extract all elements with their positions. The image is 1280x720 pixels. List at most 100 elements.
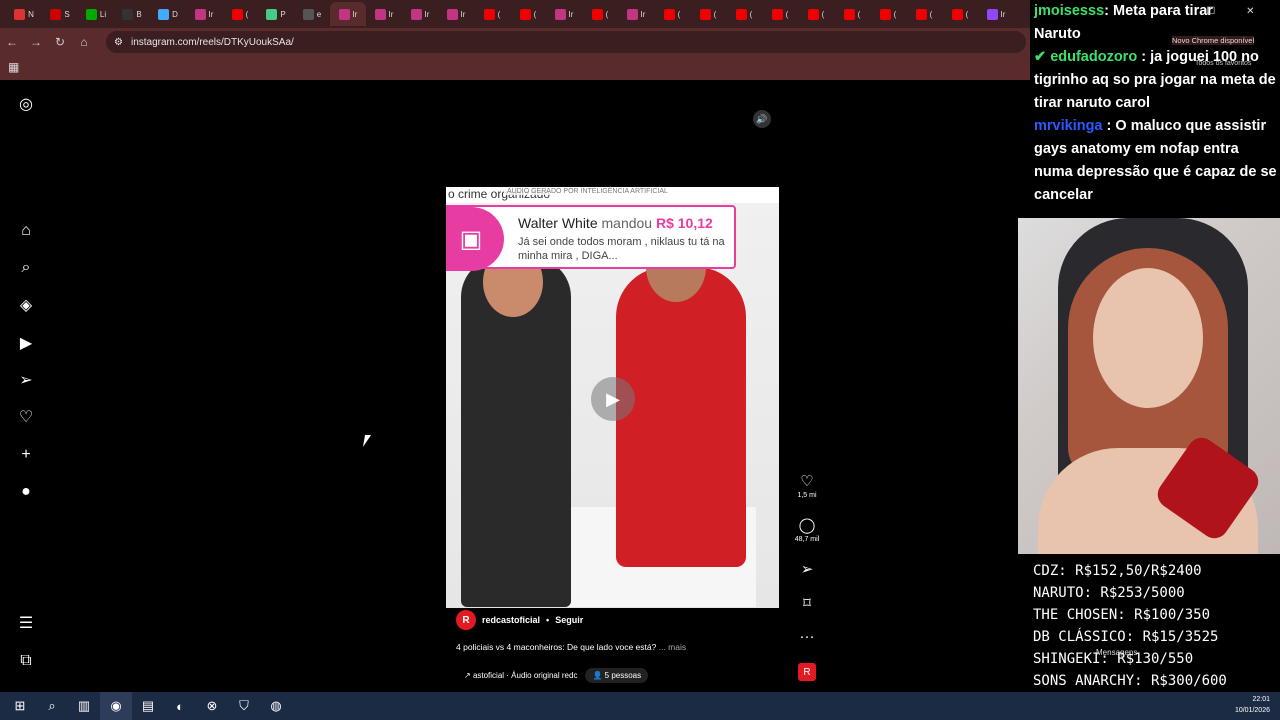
favicon-icon xyxy=(519,8,531,20)
browser-tab[interactable]: ( xyxy=(762,2,798,26)
chat-message: ✔ edufadozoro : ja joguei 100 no tigrinh… xyxy=(1034,46,1280,115)
taskbar-clock[interactable]: 22:01 10/01/2026 xyxy=(1235,694,1270,716)
explore-icon[interactable]: ◈ xyxy=(16,295,36,315)
author-avatar[interactable]: R xyxy=(456,610,476,630)
windows-start-icon[interactable]: ⊞ xyxy=(4,692,36,720)
messages-icon[interactable]: ➢ xyxy=(16,370,36,390)
browser-tab[interactable]: ( xyxy=(942,2,978,26)
address-bar[interactable]: ⚙ instagram.com/reels/DTKyUoukSAa/ xyxy=(106,31,1026,53)
obs-icon[interactable]: ◍ xyxy=(260,692,292,720)
comment-button[interactable]: ◯ 48,7 mil xyxy=(790,516,824,543)
reels-icon[interactable]: ▶ xyxy=(16,333,36,353)
xbox-icon[interactable]: ⊗ xyxy=(196,692,228,720)
browser-tab[interactable]: ( xyxy=(582,2,618,26)
donation-title: Walter White mandou R$ 10,12 xyxy=(518,215,713,231)
tab-title: ( xyxy=(857,9,861,19)
people-tag[interactable]: 👤 5 pessoas xyxy=(585,668,649,683)
favicon-icon xyxy=(194,8,206,20)
favicon-icon xyxy=(626,8,638,20)
favicon-icon xyxy=(122,8,134,20)
search-icon[interactable]: ⌕ xyxy=(36,692,68,720)
tab-title: e xyxy=(316,9,322,19)
audio-text: astoficial · Áudio original xyxy=(472,671,560,680)
tab-title: Ir xyxy=(388,9,394,19)
discord-icon[interactable]: ◐ xyxy=(164,692,196,720)
chat-text: : Meta para tirar xyxy=(1104,3,1213,19)
browser-tab[interactable]: B xyxy=(114,2,150,26)
browser-tab[interactable]: Ir xyxy=(330,2,366,26)
browser-tab[interactable]: Ir xyxy=(438,2,474,26)
audio-link[interactable]: ↗ astoficial · Áudio original redc xyxy=(464,671,577,680)
browser-tab[interactable]: ( xyxy=(798,2,834,26)
browser-tab[interactable]: Li xyxy=(78,2,114,26)
favicon-icon xyxy=(483,8,495,20)
tab-title: ( xyxy=(929,9,933,19)
browser-tab[interactable]: ( xyxy=(906,2,942,26)
author-name[interactable]: redcastoficial xyxy=(482,615,540,625)
url-text: instagram.com/reels/DTKyUoukSAa/ xyxy=(130,36,294,48)
browser-tab[interactable]: Ir xyxy=(546,2,582,26)
more-options-button[interactable]: ··· xyxy=(790,628,824,645)
follow-button[interactable]: Seguir xyxy=(555,615,583,625)
browser-tab[interactable]: Ir xyxy=(186,2,222,26)
caption-more-link[interactable]: ... mais xyxy=(659,642,686,652)
chrome-icon[interactable]: ◉ xyxy=(100,692,132,720)
browser-tab[interactable]: D xyxy=(150,2,186,26)
donation-message: Já sei onde todos moram , niklaus tu tá … xyxy=(518,236,725,262)
file-explorer-icon[interactable]: ▤ xyxy=(132,692,164,720)
browser-tab[interactable]: e xyxy=(294,2,330,26)
browser-tab[interactable]: ( xyxy=(870,2,906,26)
task-view-icon[interactable]: ▥ xyxy=(68,692,100,720)
home-icon[interactable]: ⌂ xyxy=(72,30,96,54)
browser-tab[interactable]: Ir xyxy=(402,2,438,26)
browser-tab[interactable]: ( xyxy=(654,2,690,26)
favicon-icon xyxy=(986,8,998,20)
menu-icon[interactable]: ☰ xyxy=(16,613,36,633)
caption-text: 4 policiais vs 4 maconheiros: De que lad… xyxy=(456,642,657,652)
reel-player[interactable]: 🔊 o crime organizado ÁUDIO GERADO POR IN… xyxy=(446,102,779,692)
audio-icon[interactable]: 🔊 xyxy=(753,110,771,128)
forward-icon[interactable]: → xyxy=(24,30,48,54)
favicon-icon xyxy=(374,8,386,20)
share-button[interactable]: ➢ xyxy=(790,560,824,578)
save-button[interactable]: ⌑ xyxy=(790,594,824,612)
browser-tab[interactable]: Ir xyxy=(618,2,654,26)
browser-tab[interactable]: N xyxy=(6,2,42,26)
browser-tab[interactable]: S xyxy=(42,2,78,26)
favicon-icon xyxy=(14,8,26,20)
audio-source-avatar[interactable]: R xyxy=(798,663,816,681)
tab-title: ( xyxy=(893,9,897,19)
goal-line: DB CLÁSSICO: R$15/3525 xyxy=(1033,629,1219,645)
browser-tab[interactable]: ( xyxy=(222,2,258,26)
browser-tab[interactable]: ( xyxy=(726,2,762,26)
site-info-icon[interactable]: ⚙ xyxy=(114,37,123,48)
browser-tab[interactable]: ( xyxy=(510,2,546,26)
profile-avatar[interactable]: ● xyxy=(16,482,36,502)
back-icon[interactable]: ← xyxy=(0,30,24,54)
donation-amount: R$ 10,12 xyxy=(655,215,713,231)
home-icon[interactable]: ⌂ xyxy=(16,221,36,241)
apps-grid-icon[interactable]: ▦ xyxy=(8,60,22,74)
browser-tab[interactable]: ( xyxy=(834,2,870,26)
browser-tab[interactable]: Ir xyxy=(978,2,1014,26)
reel-video-frame[interactable]: o crime organizado ÁUDIO GERADO POR INTE… xyxy=(446,187,779,608)
tab-title: Li xyxy=(99,9,107,19)
notifications-icon[interactable]: ♡ xyxy=(16,407,36,427)
search-icon[interactable]: ⌕ xyxy=(16,258,36,278)
instagram-logo-icon[interactable]: ◎ xyxy=(16,94,36,114)
shield-icon[interactable]: ⛉ xyxy=(228,692,260,720)
also-from-meta-icon[interactable]: ⧉ xyxy=(16,651,36,671)
favicon-icon xyxy=(807,8,819,20)
favicon-icon xyxy=(266,8,278,20)
create-icon[interactable]: + xyxy=(16,445,36,465)
play-icon[interactable]: ▶ xyxy=(591,377,635,421)
stream-chat: jmoisesss: Meta para tirar Naruto ✔ edufa… xyxy=(1030,0,1280,220)
browser-tab[interactable]: Ir xyxy=(366,2,402,26)
browser-tab[interactable]: P xyxy=(258,2,294,26)
browser-tab[interactable]: ( xyxy=(690,2,726,26)
like-button[interactable]: ♡ 1,5 mi xyxy=(790,472,824,499)
comments-count: 48,7 mil xyxy=(794,536,820,543)
reload-icon[interactable]: ↻ xyxy=(48,30,72,54)
tab-title: ( xyxy=(245,9,249,19)
browser-tab[interactable]: ( xyxy=(474,2,510,26)
